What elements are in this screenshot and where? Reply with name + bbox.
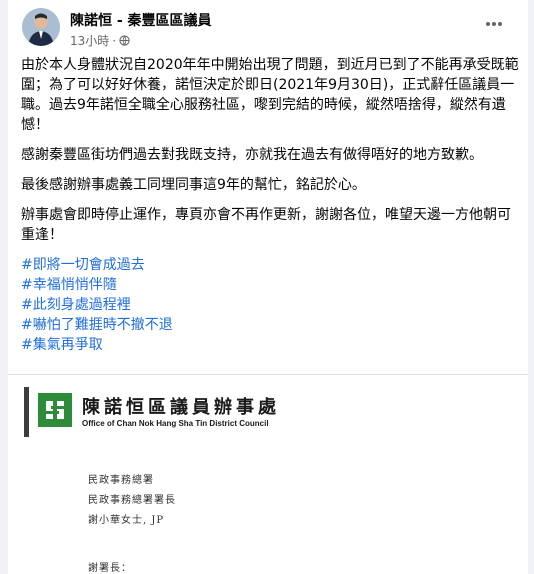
office-name-chinese: 陳諾恒區議員辦事處 [82, 397, 280, 418]
post-header: 陳諾恒 - 秦豐區區議員 13小時 · [8, 0, 528, 54]
hashtag-link[interactable]: #幸福悄悄伴隨 [21, 275, 521, 295]
post-card: 陳諾恒 - 秦豐區區議員 13小時 · 由於本人身體狀況自2020年年中開始出現… [8, 0, 528, 574]
hashtag-link[interactable]: #即將一切會成過去 [21, 255, 521, 275]
post-paragraph: 由於本人身體狀況自2020年年中開始出現了問題，到近月已到了不能再承受既範圍；為… [21, 57, 519, 133]
post-paragraph: 辦事處會即時停止運作，專頁亦會不再作更新，謝謝各位，唯望天邊一方他朝可重逢！ [21, 207, 511, 243]
office-name-english: Office of Chan Nok Hang Sha Tin District… [82, 419, 269, 428]
post-body: 由於本人身體狀況自2020年年中開始出現了問題，到近月已到了不能再承受既範圍；為… [21, 55, 521, 355]
letterhead-bar [24, 387, 29, 437]
recipient-line: 謝小華女士, JP [88, 515, 165, 526]
post-meta: 13小時 · [70, 32, 130, 49]
globe-icon[interactable] [119, 35, 130, 46]
meta-separator: · [112, 33, 117, 48]
hashtag-link[interactable]: #此刻身處過程裡 [21, 295, 521, 315]
post-paragraph: 感謝秦豐區街坊們過去對我既支持，亦就我在過去有做得唔好的地方致歉。 [21, 147, 483, 163]
hashtag-list: #即將一切會成過去 #幸福悄悄伴隨 #此刻身處過程裡 #嚇怕了難捱時不撤不退 #… [21, 255, 521, 355]
hashtag-link[interactable]: #集氣再爭取 [21, 335, 521, 355]
recipient-line: 民政事務總署署長 [88, 495, 176, 506]
author-name[interactable]: 陳諾恒 - 秦豐區區議員 [70, 10, 212, 30]
attached-letter-image[interactable]: 陳諾恒區議員辦事處 Office of Chan Nok Hang Sha Ti… [8, 374, 528, 574]
post-paragraph: 最後感謝辦事處義工同埋同事這9年的幫忙，銘記於心。 [21, 177, 366, 193]
office-logo [36, 391, 74, 429]
avatar[interactable] [22, 8, 60, 46]
more-options-icon[interactable] [482, 12, 506, 36]
post-time[interactable]: 13小時 [70, 32, 109, 49]
hashtag-link[interactable]: #嚇怕了難捱時不撤不退 [21, 315, 521, 335]
letter-salutation: 謝署長： [88, 563, 132, 574]
recipient-line: 民政事務總署 [88, 475, 154, 486]
